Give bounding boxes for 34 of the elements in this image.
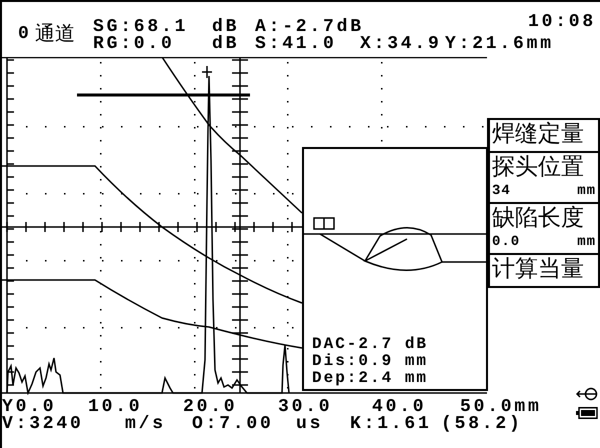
readout-text: A:-2.7dB [255, 19, 360, 36]
readout-text: dB [212, 36, 240, 53]
measurement-text: DAC-2.7 dB [312, 336, 430, 353]
menu-item[interactable]: 探头位置 34 mm [487, 153, 600, 204]
status-text: K:1.61 [350, 416, 433, 433]
menu-value: 0.0 [492, 234, 520, 250]
axis-label: 40.0 [372, 399, 426, 416]
menu-item[interactable]: 缺陷长度 0.0 mm [487, 204, 600, 255]
axis-label: 50.0mm [460, 399, 542, 416]
menu-value: 34 [492, 183, 511, 199]
axis-label: 30.0 [278, 399, 334, 416]
status-text: us [296, 416, 324, 433]
menu-item[interactable]: 焊缝定量 [487, 118, 600, 153]
measurement-text: Dep:2.4 mm [312, 370, 430, 387]
axis-label: Y0.0 [2, 399, 56, 416]
unit-text: mm [577, 183, 596, 199]
channel-label: 通道 [34, 20, 75, 47]
readout-text: RG:0.0 [93, 36, 176, 53]
unit-text: mm [577, 234, 596, 250]
axis-label: 20.0 [183, 399, 238, 416]
readout-text: S:41.0 [255, 36, 338, 53]
readout-text: X:34.9 [360, 36, 443, 53]
channel-number: 0 [18, 24, 29, 44]
status-text: V:3240 [2, 416, 85, 433]
status-text: (58.2) [441, 416, 524, 433]
readout-text: Y:21.6mm [445, 36, 554, 53]
readout-text: SG:68.1 [93, 19, 190, 36]
menu-item[interactable]: 计算当量 [487, 255, 600, 288]
status-text: m/s [125, 416, 167, 433]
measurement-text: Dis:0.9 mm [312, 353, 430, 370]
axis-label: 10.0 [88, 399, 142, 416]
clock-text: 10:08 [528, 14, 596, 31]
readout-text: dB [212, 19, 240, 36]
status-text: O:7.00 [192, 416, 275, 433]
